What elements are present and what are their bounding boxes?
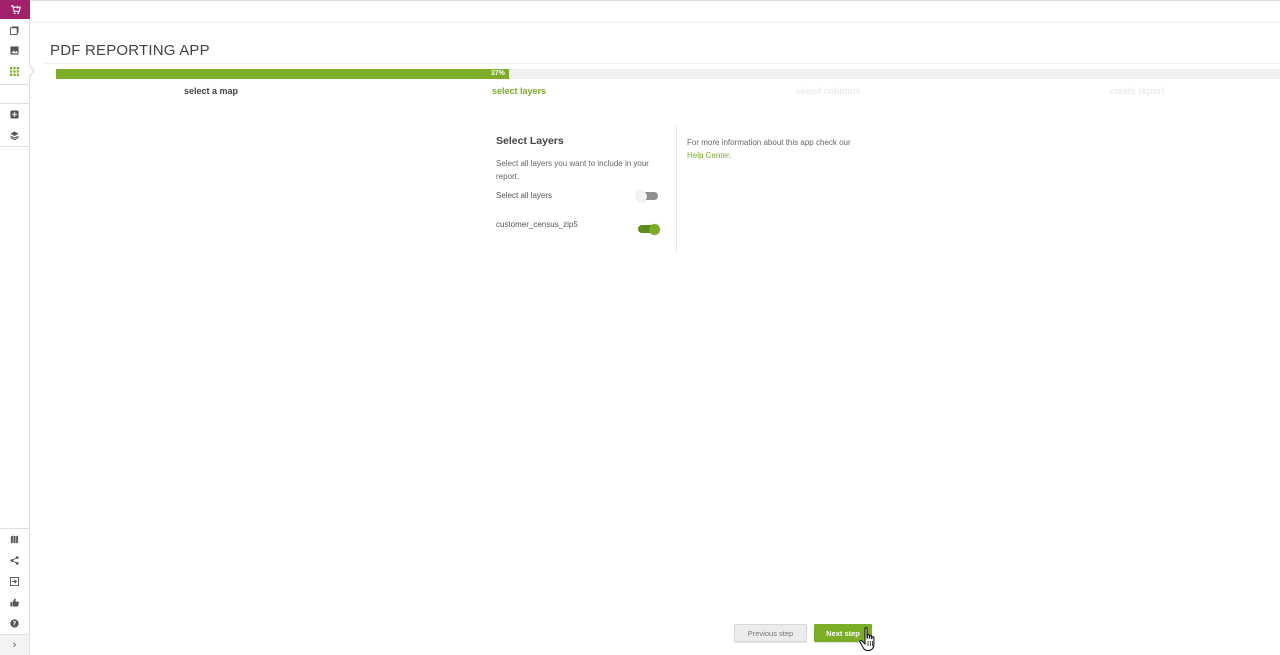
title-divider — [44, 63, 1280, 64]
help-button[interactable]: ? — [0, 613, 29, 634]
cart-button[interactable] — [0, 0, 30, 19]
map-icon — [10, 535, 19, 544]
step-select-columns: select columns — [795, 86, 861, 96]
share-button[interactable] — [0, 550, 29, 571]
sidebar-divider — [0, 84, 29, 85]
chevron-right-icon: › — [12, 639, 17, 651]
layer-toggle[interactable] — [638, 223, 660, 235]
help-info-suffix: . — [729, 150, 732, 160]
toggle-knob — [636, 190, 647, 202]
help-info: For more information about this app chec… — [687, 137, 862, 162]
sidebar-divider — [0, 146, 29, 147]
select-layers-panel: Select Layers Select all layers you want… — [496, 126, 666, 235]
top-border — [31, 0, 1280, 1]
panel-title: Select Layers — [496, 135, 564, 147]
step-select-a-map[interactable]: select a map — [131, 86, 291, 96]
header-divider — [31, 22, 1280, 23]
expand-sidebar-button[interactable]: › — [0, 634, 29, 655]
add-icon — [10, 110, 19, 119]
progress-percent: 37% — [490, 70, 505, 77]
thumbs-up-icon — [10, 598, 19, 607]
help-center-link[interactable]: Help Center — [687, 151, 729, 160]
progress-fill: 37% — [56, 69, 509, 79]
layer-name: customer_census_zip5 — [496, 220, 578, 229]
share-icon — [10, 556, 19, 565]
export-button[interactable] — [0, 571, 29, 592]
layer-row: customer_census_zip5 — [496, 220, 660, 235]
step-select-layers[interactable]: select layers — [439, 86, 599, 96]
hand-cursor-icon — [859, 627, 875, 651]
panel-description: Select all layers you want to include in… — [496, 159, 649, 181]
add-button[interactable] — [0, 104, 29, 125]
step-create-report: create report — [1109, 86, 1165, 96]
svg-text:?: ? — [13, 621, 17, 628]
left-sidebar: ? › — [0, 0, 30, 655]
gallery-icon — [10, 26, 19, 35]
progress-bar: 37% — [56, 69, 1280, 79]
help-icon: ? — [10, 619, 19, 628]
toggle-knob — [649, 223, 660, 235]
apps-icon — [10, 67, 19, 76]
previous-step-button[interactable]: Previous step — [734, 624, 807, 642]
help-info-text: For more information about this app chec… — [687, 138, 851, 147]
apps-button[interactable] — [0, 61, 29, 82]
page-title: PDF REPORTING APP — [50, 42, 210, 59]
layers-icon — [10, 131, 19, 140]
map-button[interactable] — [0, 529, 29, 550]
select-all-label: Select all layers — [496, 191, 553, 200]
cart-icon — [10, 5, 21, 15]
gallery-button[interactable] — [0, 20, 29, 41]
active-item-indicator — [28, 64, 35, 78]
panel-divider — [676, 126, 677, 252]
select-all-toggle[interactable] — [636, 190, 658, 202]
image-button[interactable] — [0, 40, 29, 61]
layers-button[interactable] — [0, 125, 29, 146]
image-icon — [10, 46, 19, 55]
feedback-button[interactable] — [0, 592, 29, 613]
select-all-row: Select all layers — [496, 190, 658, 202]
export-icon — [10, 577, 19, 586]
